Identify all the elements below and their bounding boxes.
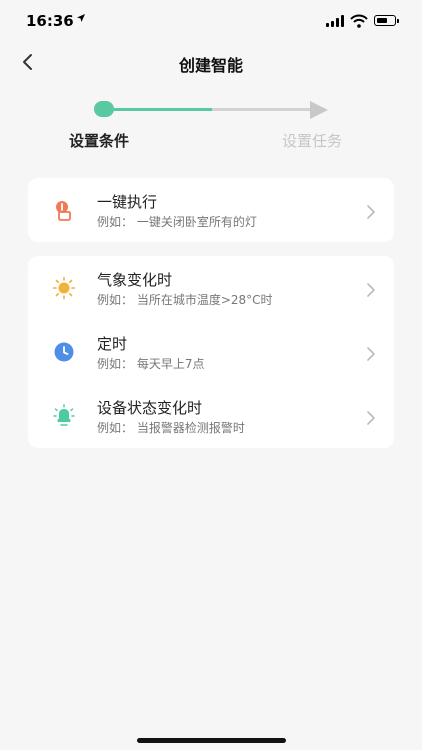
step-progress-line	[112, 108, 212, 111]
step-remaining-line	[212, 108, 312, 111]
status-time: 16:36	[26, 12, 74, 30]
condition-title: 气象变化时	[97, 271, 173, 289]
condition-title: 一键执行	[97, 193, 158, 211]
one-tap-card: 一键执行 例如： 一键关闭卧室所有的灯	[28, 178, 394, 242]
status-bar: 16:36	[0, 0, 422, 44]
condition-description: 例如： 每天早上7点	[97, 357, 205, 371]
chevron-right-icon	[366, 282, 376, 297]
home-indicator[interactable]	[137, 738, 286, 743]
step-indicator-dot	[94, 101, 114, 117]
condition-description: 例如： 一键关闭卧室所有的灯	[97, 215, 257, 229]
condition-weather-change[interactable]: 气象变化时 例如： 当所在城市温度>28°C时	[28, 256, 394, 320]
condition-title: 定时	[97, 335, 128, 353]
sun-icon	[52, 276, 76, 300]
clock-icon	[52, 340, 76, 364]
progress-stepper: 设置条件 设置任务	[0, 96, 422, 156]
chevron-right-icon	[366, 410, 376, 425]
location-arrow-icon	[76, 13, 86, 26]
condition-description: 例如： 当所在城市温度>28°C时	[97, 293, 273, 307]
chevron-right-icon	[366, 346, 376, 361]
chevron-right-icon	[366, 204, 376, 219]
arrow-right-icon	[310, 100, 328, 124]
step-label-set-task: 设置任务	[282, 132, 343, 150]
condition-description: 例如： 当报警器检测报警时	[97, 421, 245, 435]
condition-timer[interactable]: 定时 例如： 每天早上7点	[28, 320, 394, 384]
cellular-signal-icon	[326, 15, 346, 27]
step-label-set-condition: 设置条件	[69, 132, 130, 150]
page-title: 创建智能	[178, 56, 243, 75]
condition-one-tap-execute[interactable]: 一键执行 例如： 一键关闭卧室所有的灯	[28, 178, 394, 242]
condition-title: 设备状态变化时	[97, 399, 203, 417]
nav-bar: 创建智能	[0, 44, 422, 80]
alarm-device-icon	[52, 404, 76, 428]
conditions-card: 气象变化时 例如： 当所在城市温度>28°C时 定时 例如： 每天早上7点 设备…	[28, 256, 394, 448]
battery-icon	[374, 15, 399, 26]
tap-hand-icon	[52, 198, 76, 222]
wifi-icon	[350, 13, 368, 32]
condition-device-state-change[interactable]: 设备状态变化时 例如： 当报警器检测报警时	[28, 384, 394, 448]
